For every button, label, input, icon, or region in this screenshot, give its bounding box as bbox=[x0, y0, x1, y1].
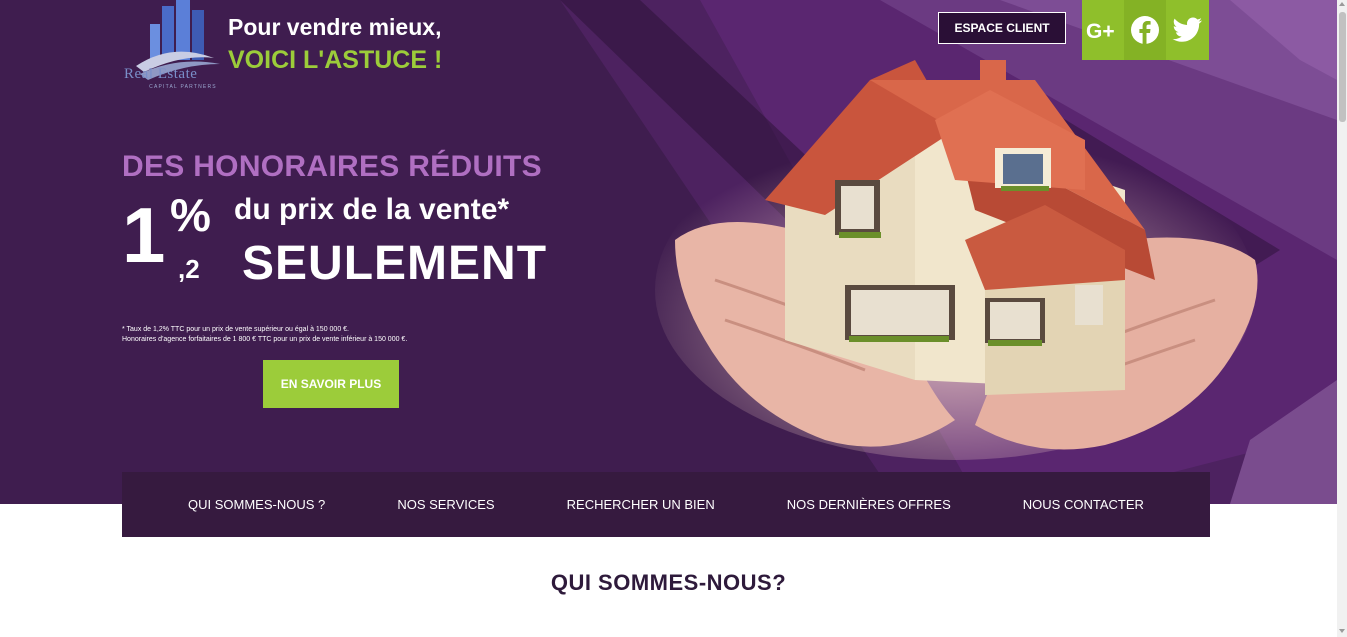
scroll-up-arrow-icon[interactable] bbox=[1339, 2, 1345, 6]
logo-subtext: CAPITAL PARTNERS bbox=[149, 84, 217, 90]
rate-decimal: ,2 bbox=[178, 254, 200, 284]
nav-rechercher-un-bien[interactable]: RECHERCHER UN BIEN bbox=[567, 497, 715, 512]
tagline-line1: Pour vendre mieux, bbox=[228, 14, 442, 40]
rate-percent: % bbox=[170, 189, 211, 241]
nav-qui-sommes-nous[interactable]: QUI SOMMES-NOUS ? bbox=[188, 497, 325, 512]
nav-nous-contacter[interactable]: NOUS CONTACTER bbox=[1023, 497, 1144, 512]
logo-text: Real Estate bbox=[124, 66, 198, 82]
rate-whole: 1 bbox=[122, 191, 166, 279]
hero-heading: DES HONORAIRES RÉDUITS bbox=[122, 150, 542, 183]
house-in-hands-image bbox=[655, 60, 1258, 460]
main-navigation: QUI SOMMES-NOUS ? NOS SERVICES RECHERCHE… bbox=[122, 472, 1210, 537]
hero-banner: Real Estate CAPITAL PARTNERS Pour vendre… bbox=[0, 0, 1337, 504]
svg-text:G+: G+ bbox=[1086, 20, 1115, 42]
hero-footnote: * Taux de 1,2% TTC pour un prix de vente… bbox=[122, 325, 407, 345]
tagline-line2: VOICI L'ASTUCE ! bbox=[228, 46, 443, 74]
nav-nos-dernieres-offres[interactable]: NOS DERNIÈRES OFFRES bbox=[787, 497, 951, 512]
scrollbar-thumb[interactable] bbox=[1339, 12, 1346, 122]
nav-nos-services[interactable]: NOS SERVICES bbox=[397, 497, 494, 512]
seulement-text: SEULEMENT bbox=[242, 237, 548, 290]
footnote-line2: Honoraires d'agence forfaitaires de 1 80… bbox=[122, 336, 408, 343]
section-title-qui-sommes-nous: QUI SOMMES-NOUS? bbox=[550, 570, 787, 595]
footnote-line1: * Taux de 1,2% TTC pour un prix de vente… bbox=[122, 326, 350, 333]
scroll-down-arrow-icon[interactable] bbox=[1339, 629, 1345, 633]
en-savoir-plus-button[interactable]: EN SAVOIR PLUS bbox=[263, 360, 399, 408]
price-line: du prix de la vente* bbox=[234, 193, 510, 226]
